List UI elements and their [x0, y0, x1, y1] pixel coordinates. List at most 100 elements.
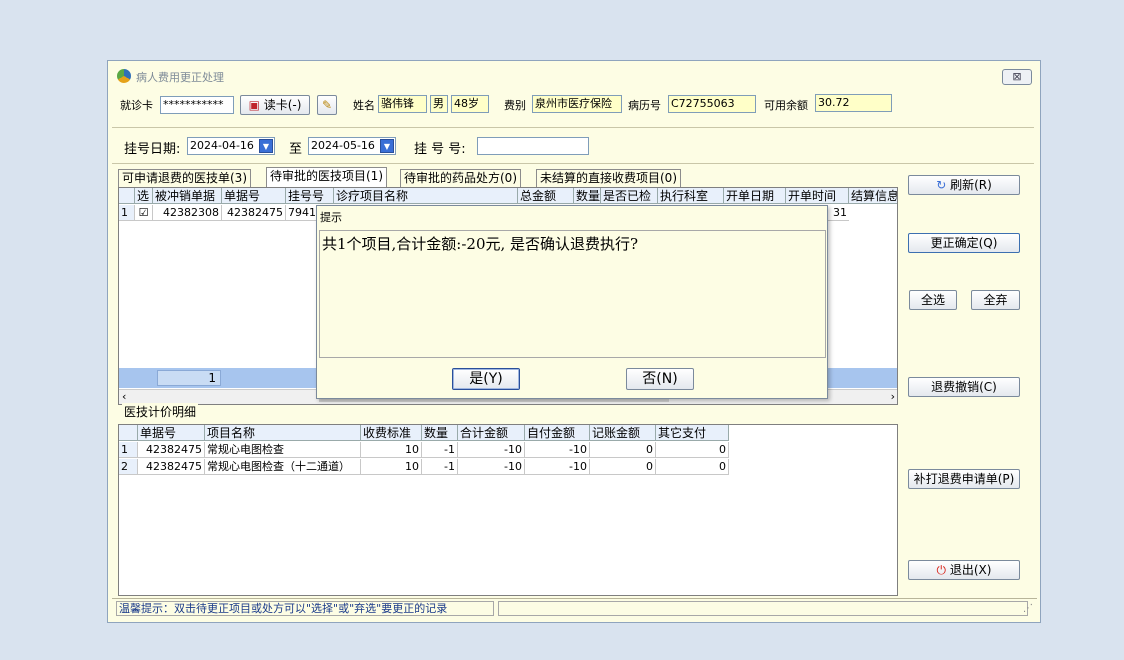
other-pay-cell: 0 — [656, 459, 729, 475]
clear-brush-icon[interactable]: ✎ — [317, 95, 337, 115]
refresh-icon: ↻ — [936, 178, 947, 192]
total-cell: -10 — [458, 459, 525, 475]
column-header[interactable]: 总金额 — [518, 188, 574, 204]
reg-no-label: 挂 号 号: — [414, 142, 466, 157]
self-pay-cell: -10 — [525, 459, 590, 475]
grid-header: 选 被冲销单据 单据号 挂号号 诊疗项目名称 总金额 数量 是否已检 执行科室 … — [119, 188, 897, 204]
account-cell: 0 — [590, 459, 656, 475]
dialog-message: 共1个项目,合计金额:-20元, 是否确认退费执行? — [322, 235, 639, 253]
dialog-message-box: 共1个项目,合计金额:-20元, 是否确认退费执行? — [319, 230, 826, 358]
account-cell: 0 — [590, 442, 656, 458]
self-pay-cell: -10 — [525, 442, 590, 458]
column-header[interactable]: 数量 — [422, 425, 458, 441]
column-header[interactable]: 收费标准 — [361, 425, 422, 441]
row-number: 2 — [119, 459, 138, 475]
column-header[interactable]: 单据号 — [222, 188, 286, 204]
chevron-down-icon[interactable]: ▼ — [259, 139, 273, 153]
refresh-button[interactable]: ↻ 刷新(R) — [908, 175, 1020, 195]
column-header[interactable]: 其它支付 — [656, 425, 729, 441]
confirm-dialog: 提示 共1个项目,合计金额:-20元, 是否确认退费执行? 是(Y) 否(N) — [316, 205, 828, 399]
deselect-all-button[interactable]: 全弃 — [971, 290, 1020, 310]
no-button[interactable]: 否(N) — [626, 368, 694, 390]
column-header[interactable]: 开单日期 — [724, 188, 786, 204]
row-number: 1 — [119, 205, 135, 221]
status-panel — [498, 601, 1028, 616]
item-name-cell: 常规心电图检查 — [205, 442, 361, 458]
cancel-refund-button[interactable]: 退费撤销(C) — [908, 377, 1020, 397]
column-header[interactable]: 合计金额 — [458, 425, 525, 441]
confirm-correction-button[interactable]: 更正确定(Q) — [908, 233, 1020, 253]
card-input[interactable]: *********** — [160, 96, 234, 114]
detail-title: 医技计价明细 — [122, 403, 199, 420]
fee-type-field: 泉州市医疗保险 — [532, 95, 622, 113]
bill-cell: 42382475 — [138, 442, 205, 458]
scroll-left-icon[interactable]: ‹ — [122, 390, 126, 403]
tab-pending-drug[interactable]: 待审批的药品处方(0) — [400, 169, 521, 187]
column-header[interactable]: 开单时间 — [786, 188, 849, 204]
bill-no-cell: 42382475 — [222, 205, 286, 221]
sex-field: 男 — [430, 95, 448, 113]
app-logo-icon — [117, 69, 131, 83]
fee-type-label: 费别 — [504, 99, 526, 112]
column-header[interactable]: 挂号号 — [286, 188, 334, 204]
record-no-label: 病历号 — [628, 99, 661, 112]
chevron-down-icon[interactable]: ▼ — [380, 139, 394, 153]
column-header[interactable]: 选 — [135, 188, 153, 204]
status-tip: 温馨提示：双击待更正项目或处方可以"选择"或"弃选"要更正的记录 — [116, 601, 494, 616]
qty-cell: -1 — [422, 459, 458, 475]
exit-label: 退出(X) — [949, 563, 992, 577]
date-label: 挂号日期: — [124, 142, 181, 157]
to-label: 至 — [289, 142, 303, 157]
row-num-header — [119, 188, 135, 204]
bill-cancel-cell: 42382308 — [153, 205, 222, 221]
date-from-value: 2024-04-16 — [190, 139, 254, 152]
yes-button[interactable]: 是(Y) — [452, 368, 520, 390]
refresh-label: 刷新(R) — [950, 178, 992, 192]
date-to-picker[interactable]: 2024-05-16 ▼ — [308, 137, 396, 155]
column-header[interactable]: 项目名称 — [205, 425, 361, 441]
column-header[interactable]: 结算信息 — [849, 188, 897, 204]
dialog-title: 提示 — [320, 211, 342, 224]
tab-refundable[interactable]: 可申请退费的医技单(3) — [118, 169, 251, 187]
column-header[interactable]: 是否已检 — [601, 188, 658, 204]
resize-grip-icon[interactable]: ⋰ — [1023, 603, 1033, 614]
card-label: 就诊卡 — [120, 99, 153, 112]
reprint-button[interactable]: 补打退费申请单(P) — [908, 469, 1020, 489]
column-header[interactable]: 数量 — [574, 188, 601, 204]
scroll-right-icon[interactable]: › — [891, 390, 895, 403]
table-row[interactable]: 2 42382475 常规心电图检查（十二通道） 10 -1 -10 -10 0… — [119, 459, 729, 475]
select-all-button[interactable]: 全选 — [909, 290, 957, 310]
column-header[interactable]: 自付金额 — [525, 425, 590, 441]
exit-button[interactable]: ⏻ 退出(X) — [908, 560, 1020, 580]
column-header[interactable]: 记账金额 — [590, 425, 656, 441]
age-field: 48岁 — [451, 95, 489, 113]
date-to-value: 2024-05-16 — [311, 139, 375, 152]
reg-no-input[interactable] — [477, 137, 589, 155]
select-checkbox[interactable]: ☑ — [135, 205, 153, 221]
card-reader-icon: ▣ — [248, 98, 260, 112]
read-card-button[interactable]: ▣ 读卡(-) — [240, 95, 310, 115]
title-bar: 病人费用更正处理 ⊠ — [108, 61, 1040, 89]
close-button[interactable]: ⊠ — [1002, 69, 1032, 85]
date-from-picker[interactable]: 2024-04-16 ▼ — [187, 137, 275, 155]
std-cell: 10 — [361, 459, 422, 475]
column-header[interactable]: 执行科室 — [658, 188, 724, 204]
column-header[interactable]: 被冲销单据 — [153, 188, 222, 204]
read-card-label: 读卡(-) — [263, 98, 302, 112]
bill-cell: 42382475 — [138, 459, 205, 475]
qty-cell: -1 — [422, 442, 458, 458]
table-row[interactable]: 1 42382475 常规心电图检查 10 -1 -10 -10 0 0 — [119, 442, 729, 458]
item-name-cell: 常规心电图检查（十二通道） — [205, 459, 361, 475]
balance-field: 30.72 — [815, 94, 892, 112]
total-cell: -10 — [458, 442, 525, 458]
column-header[interactable]: 诊疗项目名称 — [334, 188, 518, 204]
status-bar: 温馨提示：双击待更正项目或处方可以"选择"或"弃选"要更正的记录 ⋰ — [112, 598, 1037, 618]
column-header[interactable]: 单据号 — [138, 425, 205, 441]
divider — [112, 163, 1034, 164]
tab-pending-tech[interactable]: 待审批的医技项目(1) — [266, 167, 387, 187]
record-no-field: C72755063 — [668, 95, 756, 113]
detail-header: 单据号 项目名称 收费标准 数量 合计金额 自付金额 记账金额 其它支付 — [119, 425, 729, 441]
tab-unsettled[interactable]: 未结算的直接收费项目(0) — [536, 169, 681, 187]
footer-count: 1 — [157, 370, 221, 386]
window-title: 病人费用更正处理 — [136, 71, 224, 84]
